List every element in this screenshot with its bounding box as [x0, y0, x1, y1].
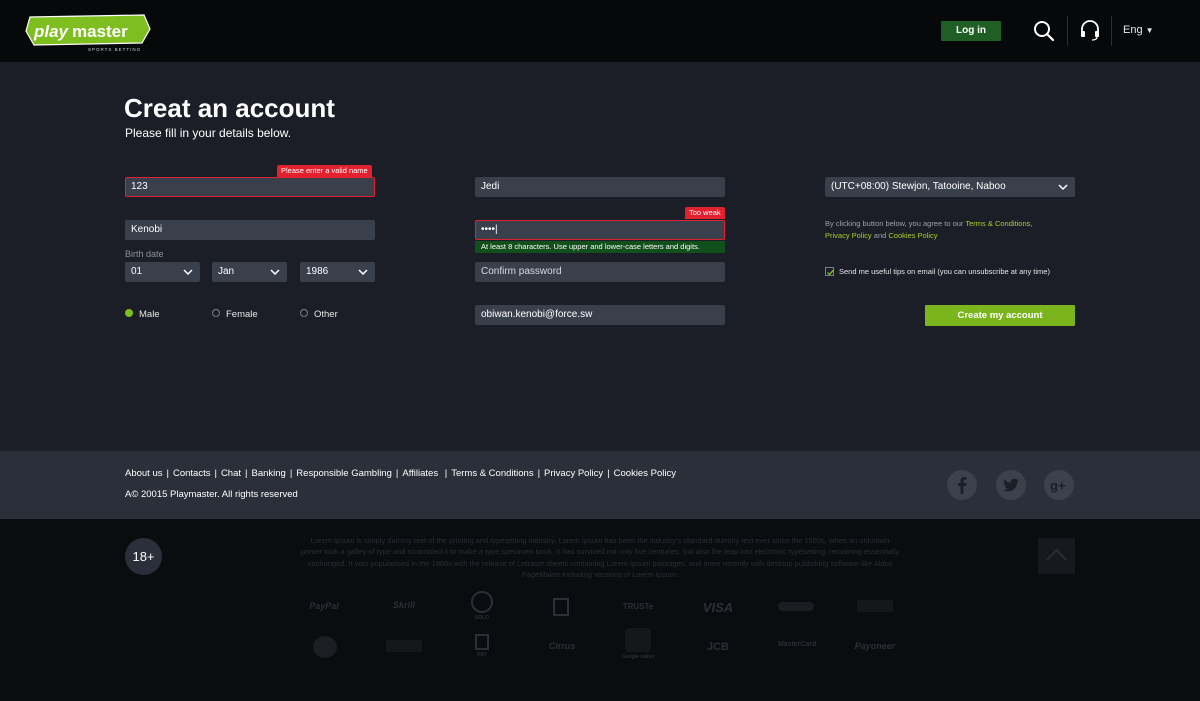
cookies-link[interactable]: Cookies Policy	[888, 231, 937, 240]
facebook-icon[interactable]	[947, 470, 977, 500]
svg-text:master: master	[72, 22, 128, 41]
payment-logo-payoneer: Payoneer	[854, 641, 896, 651]
footer-link-privacy[interactable]: Privacy Policy	[544, 468, 603, 479]
birth-day-select[interactable]: 01	[125, 262, 200, 282]
footer-link-chat[interactable]: Chat	[221, 468, 241, 479]
footer-link-contacts[interactable]: Contacts	[173, 468, 211, 479]
footer-link-cookies[interactable]: Cookies Policy	[614, 468, 676, 479]
footer-link-banking[interactable]: Banking	[251, 468, 285, 479]
search-icon[interactable]	[1033, 20, 1055, 42]
timezone-value: (UTC+08:00) Stewjon, Tatooine, Naboo	[831, 181, 1006, 192]
payment-logo-ukash-icon	[857, 600, 893, 612]
radio-unselected-icon	[300, 309, 308, 318]
birth-month-select[interactable]: Jan	[212, 262, 287, 282]
top-header: play master SPORTS BETTING Log in Eng ▼	[0, 0, 1200, 62]
language-selector[interactable]: Eng ▼	[1123, 24, 1154, 36]
terms-link[interactable]: Terms & Conditions,	[965, 219, 1032, 228]
page-title: Creat an account	[124, 93, 335, 123]
birth-date-label: Birth date	[125, 249, 164, 259]
svg-text:g+: g+	[1050, 478, 1066, 493]
svg-text:SPORTS BETTING: SPORTS BETTING	[88, 47, 141, 52]
payment-logo-solo: SOLO	[474, 615, 490, 621]
footer-link-responsible-gambling[interactable]: Responsible Gambling	[296, 468, 392, 479]
payment-logo-skrill: Skrill	[392, 600, 415, 610]
footer-disclaimer: Lorem Ipsum is simply dummy text of the …	[300, 536, 900, 579]
first-name-error-tooltip: Please enter a valid name	[277, 165, 372, 177]
footer-links: About us | Contacts | Chat | Banking | Responsib…	[125, 468, 676, 479]
payment-logo-bpay-icon	[475, 634, 489, 650]
payment-logo-google-wallet: Google wallet	[621, 654, 655, 660]
headset-support-icon[interactable]	[1079, 19, 1101, 41]
header-divider	[1111, 16, 1112, 46]
payment-logo-mastercard: MasterCard	[777, 641, 817, 648]
terms-prefix: By clicking button below, you agree to o…	[825, 219, 966, 228]
confirm-password-field[interactable]: Confirm password	[475, 262, 725, 282]
payment-logo-jcb: JCB	[706, 641, 729, 653]
copyright-text: A© 20015 Playmaster. All rights reserved	[125, 489, 298, 500]
gender-label: Other	[314, 309, 338, 320]
footer-link-terms[interactable]: Terms & Conditions	[451, 468, 533, 479]
timezone-select[interactable]: (UTC+08:00) Stewjon, Tatooine, Naboo	[825, 177, 1075, 197]
chevron-up-icon	[1046, 548, 1067, 561]
payment-logo-truste: TRUSTe	[622, 602, 654, 611]
tips-checkbox-row[interactable]: Send me useful tips on email (you can un…	[825, 266, 1050, 277]
chevron-down-icon	[1058, 184, 1068, 191]
privacy-link[interactable]: Privacy Policy	[825, 231, 872, 240]
payment-logo-americanexpress-icon	[386, 640, 422, 652]
last-name-field[interactable]: Kenobi	[125, 220, 375, 240]
payment-logo-neteller-icon	[778, 602, 814, 611]
create-account-button[interactable]: Create my account	[925, 305, 1075, 326]
login-button[interactable]: Log in	[941, 21, 1001, 41]
birth-day-value: 01	[131, 266, 143, 277]
chevron-down-icon	[183, 269, 193, 276]
checkbox-checked-icon[interactable]	[825, 266, 835, 276]
caret-down-icon: ▼	[1145, 26, 1154, 35]
payment-logo-cirrus: Cirrus	[548, 641, 576, 651]
birth-year-select[interactable]: 1986	[300, 262, 375, 282]
first-name-field[interactable]: 123	[125, 177, 375, 197]
google-plus-icon[interactable]: g+	[1044, 470, 1074, 500]
radio-selected-icon	[125, 309, 133, 318]
password-field[interactable]: ••••|	[475, 220, 725, 240]
chevron-down-icon	[270, 269, 280, 276]
terms-notice: By clicking button below, you agree to o…	[825, 218, 1085, 241]
email-field[interactable]: obiwan.kenobi@force.sw	[475, 305, 725, 325]
svg-text:play: play	[33, 22, 70, 41]
header-divider	[1067, 16, 1068, 46]
gender-radio-female[interactable]: Female	[212, 309, 258, 321]
gender-radio-other[interactable]: Other	[300, 309, 338, 321]
password-error-tooltip: Too weak	[685, 207, 725, 219]
gender-label: Male	[139, 309, 160, 320]
payment-logo-bpay: PAY	[477, 652, 487, 658]
birth-month-value: Jan	[218, 266, 235, 277]
tips-label: Send me useful tips on email (you can un…	[839, 267, 1050, 276]
twitter-icon[interactable]	[996, 470, 1026, 500]
chevron-down-icon	[358, 269, 368, 276]
playmaster-logo[interactable]: play master SPORTS BETTING	[24, 13, 154, 55]
payment-logo-paypal: PayPal	[309, 601, 339, 611]
gender-radio-male[interactable]: Male	[125, 309, 160, 321]
and-text: and	[871, 230, 889, 240]
payment-logo-google-wallet-icon	[625, 628, 651, 652]
password-hint: At least 8 characters. Use upper and low…	[475, 241, 725, 253]
page-subtitle: Please fill in your details below.	[125, 126, 292, 140]
radio-unselected-icon	[212, 309, 220, 318]
gender-label: Female	[226, 309, 258, 320]
username-field[interactable]: Jedi	[475, 177, 725, 197]
payment-logo-visa: VISA	[702, 600, 734, 615]
payment-logo-2co-icon	[313, 636, 337, 658]
payment-logo-solo-icon	[471, 591, 493, 613]
footer-link-about[interactable]: About us	[125, 468, 163, 479]
age-restriction-badge: 18+	[125, 538, 162, 575]
footer-link-affiliates[interactable]: Affiliates	[402, 468, 438, 479]
language-label: Eng	[1123, 24, 1143, 36]
birth-year-value: 1986	[306, 266, 329, 277]
payment-logo-maestro-icon	[553, 598, 569, 616]
back-to-top-button[interactable]	[1038, 538, 1075, 574]
